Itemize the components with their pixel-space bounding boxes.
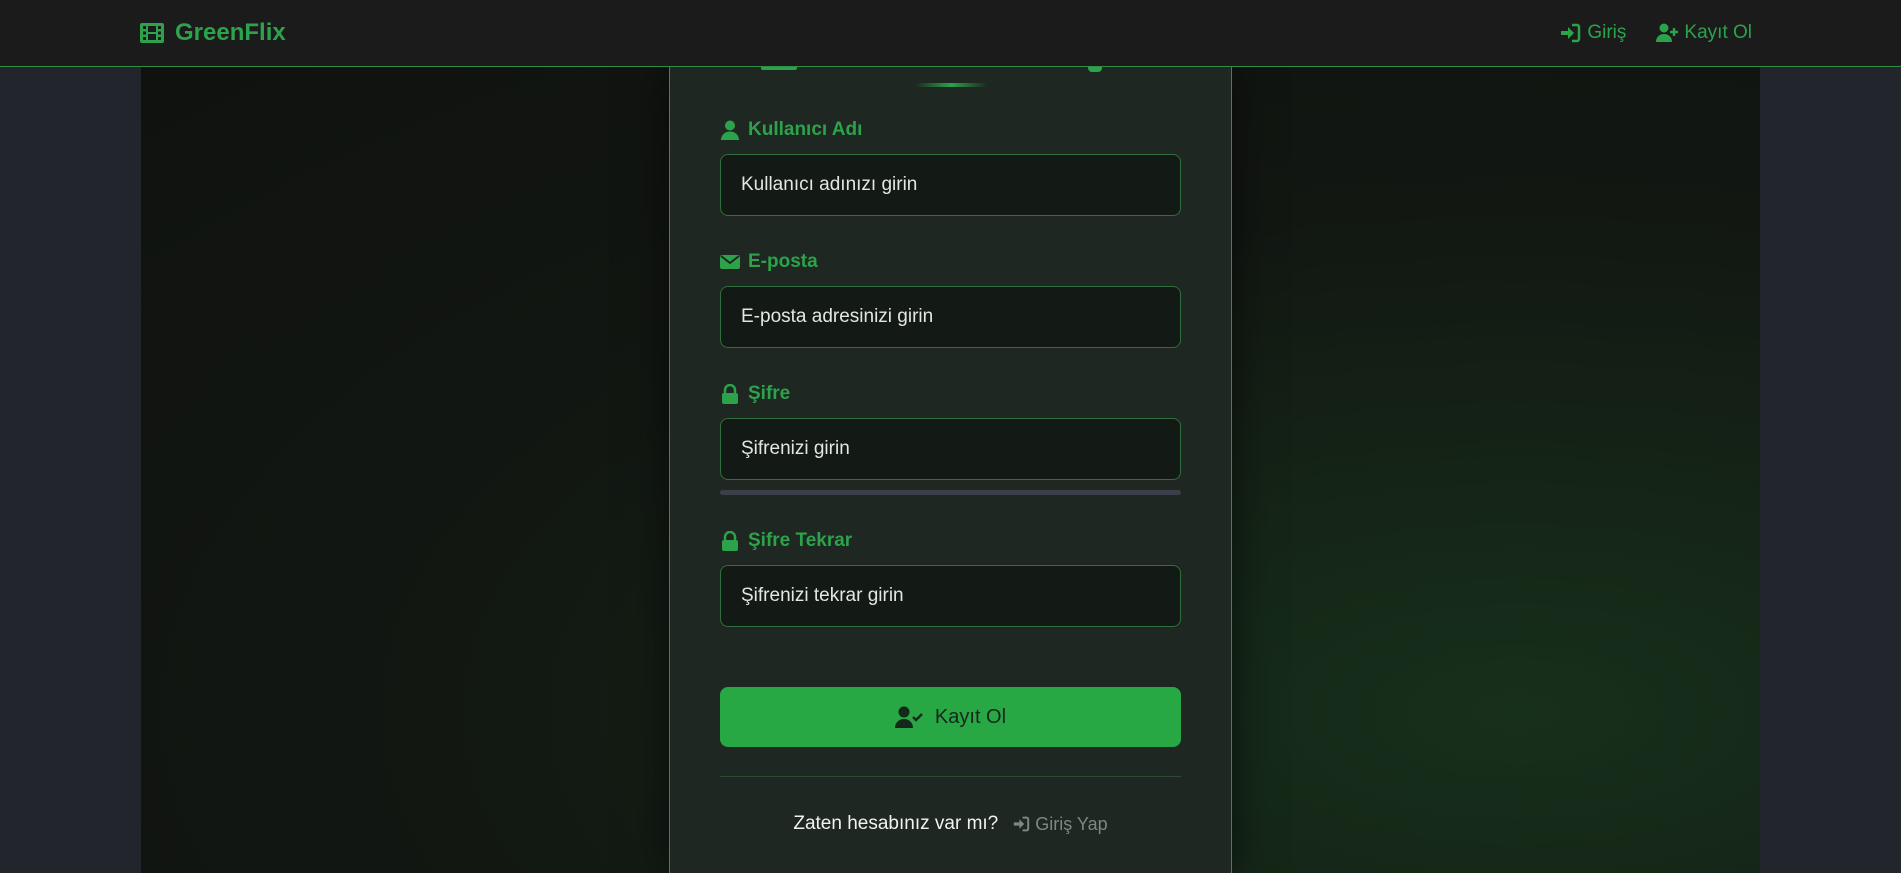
nav-login-link[interactable]: Giriş: [1559, 22, 1626, 44]
username-placeholder: Kullanıcı adınızı girin: [741, 174, 918, 195]
confirm-password-placeholder: Şifrenizi tekrar girin: [741, 585, 904, 606]
user-check-icon: [894, 706, 923, 728]
brand-logo[interactable]: GreenFlix: [139, 17, 286, 49]
login-link-label: Giriş Yap: [1035, 813, 1108, 834]
title-decoration: [1088, 67, 1102, 72]
title-underline: [915, 83, 987, 87]
envelope-icon: [720, 255, 740, 269]
email-input[interactable]: E-posta adresinizi girin: [720, 286, 1181, 348]
navbar: GreenFlix Giriş Kayıt Ol: [0, 0, 1901, 67]
email-label-text: E-posta: [748, 251, 818, 272]
login-prompt: Zaten hesabınız var mı? Giriş Yap: [720, 810, 1181, 838]
confirm-password-input[interactable]: Şifrenizi tekrar girin: [720, 565, 1181, 627]
user-plus-icon: [1656, 23, 1679, 42]
brand-name: GreenFlix: [175, 19, 286, 46]
sign-in-icon: [1014, 816, 1030, 832]
password-label: Şifre: [720, 382, 790, 406]
nav-register-label: Kayıt Ol: [1684, 22, 1752, 43]
title-decoration: [761, 67, 797, 70]
register-button[interactable]: Kayıt Ol: [720, 687, 1181, 747]
register-button-label: Kayıt Ol: [934, 705, 1007, 728]
sign-in-icon: [1561, 23, 1581, 43]
email-placeholder: E-posta adresinizi girin: [741, 306, 934, 327]
film-icon: [140, 23, 164, 43]
nav-links: Giriş Kayıt Ol: [1559, 18, 1752, 48]
lock-icon: [722, 384, 738, 404]
confirm-password-label: Şifre Tekrar: [720, 529, 852, 553]
login-link[interactable]: Giriş Yap: [1012, 813, 1108, 835]
password-label-text: Şifre: [748, 383, 791, 404]
nav-login-label: Giriş: [1587, 22, 1627, 43]
user-icon: [721, 120, 739, 140]
form-divider: [720, 776, 1181, 777]
username-label-text: Kullanıcı Adı: [748, 119, 863, 140]
email-label: E-posta: [720, 250, 818, 274]
login-prompt-text: Zaten hesabınız var mı?: [793, 813, 999, 834]
confirm-password-label-text: Şifre Tekrar: [748, 530, 853, 551]
username-label: Kullanıcı Adı: [720, 118, 862, 142]
nav-register-link[interactable]: Kayıt Ol: [1656, 22, 1752, 44]
password-placeholder: Şifrenizi girin: [741, 438, 850, 459]
password-strength-bar: [720, 490, 1181, 495]
password-input[interactable]: Şifrenizi girin: [720, 418, 1181, 480]
lock-icon: [722, 531, 738, 551]
username-input[interactable]: Kullanıcı adınızı girin: [720, 154, 1181, 216]
